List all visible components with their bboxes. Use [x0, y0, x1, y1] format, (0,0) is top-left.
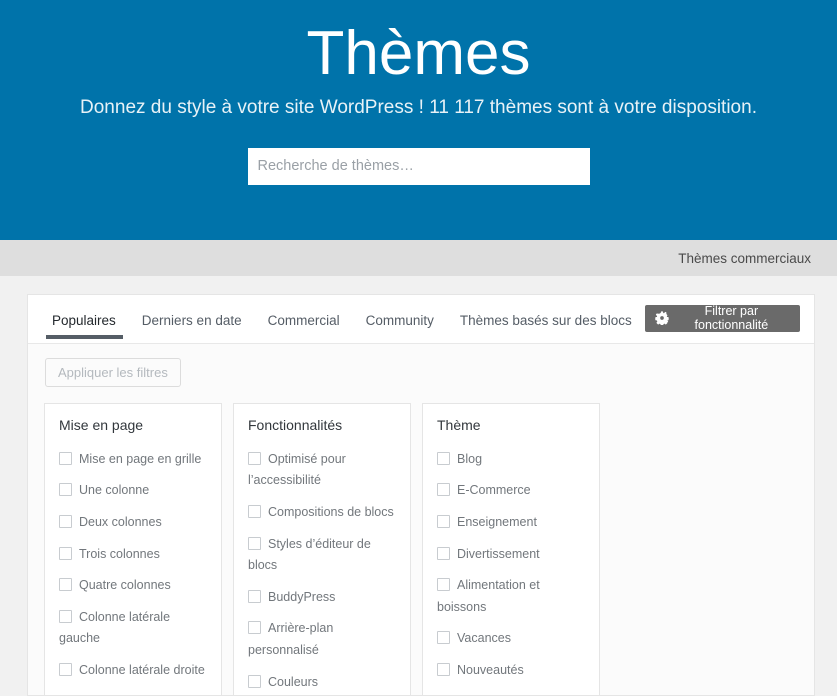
- filter-option-label: Enseignement: [457, 515, 537, 529]
- tab-commercial[interactable]: Commercial: [255, 314, 353, 344]
- filter-option[interactable]: Enseignement: [437, 511, 585, 533]
- filter-checkbox[interactable]: [59, 663, 72, 676]
- filter-option[interactable]: Vacances: [437, 627, 585, 649]
- filter-checkbox[interactable]: [437, 547, 450, 560]
- filter-option[interactable]: Blog: [437, 448, 585, 470]
- theme-search-form: [0, 148, 837, 185]
- filter-option-label: Trois colonnes: [79, 547, 160, 561]
- filter-option[interactable]: Divertissement: [437, 543, 585, 565]
- filter-option-label: Alimentation et boissons: [437, 578, 540, 614]
- commercial-themes-link[interactable]: Thèmes commerciaux: [678, 251, 811, 266]
- page-title: Thèmes: [0, 0, 837, 89]
- filter-checkbox[interactable]: [437, 515, 450, 528]
- filter-card-title: Mise en page: [59, 417, 207, 434]
- secondary-navbar: Thèmes commerciaux: [0, 240, 837, 276]
- filter-option[interactable]: Quatre colonnes: [59, 574, 207, 596]
- filter-checkbox[interactable]: [248, 675, 261, 688]
- search-input[interactable]: [248, 148, 590, 185]
- filter-option-label: Colonne latérale droite: [79, 663, 205, 677]
- filter-option-label: Styles d’éditeur de blocs: [248, 537, 371, 573]
- filter-card: Thème Blog E-Commerce Enseignement Divertiss…: [422, 403, 600, 696]
- filter-checkbox[interactable]: [248, 505, 261, 518]
- filter-option-label: Colonne latérale gauche: [59, 610, 170, 646]
- filter-option-label: Nouveautés: [457, 663, 524, 677]
- filter-option[interactable]: BuddyPress: [248, 586, 396, 608]
- filter-checkbox[interactable]: [248, 590, 261, 603]
- filter-checkbox[interactable]: [59, 483, 72, 496]
- filter-card-title: Thème: [437, 417, 585, 434]
- filter-option[interactable]: Alimentation et boissons: [437, 574, 585, 617]
- filter-checkbox[interactable]: [437, 663, 450, 676]
- hero-masthead: Thèmes Donnez du style à votre site Word…: [0, 0, 837, 240]
- tab-community[interactable]: Community: [353, 314, 447, 344]
- filter-option-label: Deux colonnes: [79, 515, 162, 529]
- filter-checkbox[interactable]: [437, 452, 450, 465]
- filter-option[interactable]: Une colonne: [59, 479, 207, 501]
- filter-option-label: Blog: [457, 452, 482, 466]
- filter-checkbox[interactable]: [59, 452, 72, 465]
- filter-option[interactable]: Compositions de blocs: [248, 501, 396, 523]
- filter-option-label: Compositions de blocs: [268, 505, 394, 519]
- filter-checkbox[interactable]: [437, 631, 450, 644]
- filter-option-label: Optimisé pour l’accessibilité: [248, 452, 346, 488]
- filter-checkbox[interactable]: [59, 610, 72, 623]
- filter-option-label: Quatre colonnes: [79, 578, 171, 592]
- filter-group-columns: Mise en page Mise en page en grille Une co…: [44, 403, 798, 696]
- filter-card: Fonctionnalités Optimisé pour l’accessibi…: [233, 403, 411, 696]
- filter-by-feature-label: Filtrer par fonctionnalité: [676, 304, 787, 332]
- filter-option[interactable]: Blocs larges: [59, 691, 207, 696]
- filter-checkbox[interactable]: [59, 578, 72, 591]
- filter-option-label: E-Commerce: [457, 483, 531, 497]
- filter-option-list: Mise en page en grille Une colonne Deux co…: [59, 448, 207, 696]
- filter-option[interactable]: Trois colonnes: [59, 543, 207, 565]
- filter-option[interactable]: Mise en page en grille: [59, 448, 207, 470]
- filter-option-list: Optimisé pour l’accessibilité Composition…: [248, 448, 396, 696]
- themes-tab-bar: PopulairesDerniers en dateCommercialComm…: [28, 295, 814, 343]
- filter-option-list: Blog E-Commerce Enseignement Divertissement…: [437, 448, 585, 696]
- filter-checkbox[interactable]: [248, 452, 261, 465]
- filter-option[interactable]: Deux colonnes: [59, 511, 207, 533]
- filter-option-label: BuddyPress: [268, 590, 335, 604]
- filter-checkbox[interactable]: [437, 578, 450, 591]
- apply-filters-button[interactable]: Appliquer les filtres: [45, 358, 181, 387]
- tab-list: PopulairesDerniers en dateCommercialComm…: [46, 295, 645, 343]
- filter-option[interactable]: E-Commerce: [437, 479, 585, 501]
- filter-option[interactable]: Colonne latérale droite: [59, 659, 207, 681]
- filter-option[interactable]: Colonne latérale gauche: [59, 606, 207, 649]
- tab-th-mes-bas-s-sur-des-blocs[interactable]: Thèmes basés sur des blocs: [447, 314, 645, 344]
- filter-checkbox[interactable]: [59, 547, 72, 560]
- filter-by-feature-button[interactable]: Filtrer par fonctionnalité: [645, 305, 800, 332]
- tab-populaires[interactable]: Populaires: [46, 314, 129, 344]
- page-body: PopulairesDerniers en dateCommercialComm…: [0, 276, 837, 696]
- feature-filter-drawer: Appliquer les filtres Mise en pageMise e…: [28, 343, 814, 696]
- filter-option-label: Une colonne: [79, 483, 149, 497]
- themes-panel: PopulairesDerniers en dateCommercialComm…: [27, 294, 815, 696]
- filter-card: Mise en page Mise en page en grille Une co…: [44, 403, 222, 696]
- filter-option[interactable]: Couleurs personnalisées: [248, 671, 396, 696]
- filter-option[interactable]: Arrière-plan personnalisé: [248, 617, 396, 660]
- filter-checkbox[interactable]: [59, 515, 72, 528]
- filter-checkbox[interactable]: [437, 483, 450, 496]
- hero-subtitle: Donnez du style à votre site WordPress !…: [0, 95, 837, 122]
- filter-option[interactable]: Styles d’éditeur de blocs: [248, 533, 396, 576]
- tab-derniers-en-date[interactable]: Derniers en date: [129, 314, 255, 344]
- filter-checkbox[interactable]: [248, 537, 261, 550]
- filter-option[interactable]: Nouveautés: [437, 659, 585, 681]
- filter-option-label: Divertissement: [457, 547, 540, 561]
- filter-card-title: Fonctionnalités: [248, 417, 396, 434]
- filter-option[interactable]: Photographie: [437, 691, 585, 696]
- filter-option-label: Mise en page en grille: [79, 452, 201, 466]
- filter-checkbox[interactable]: [248, 621, 261, 634]
- filter-option-label: Vacances: [457, 631, 511, 645]
- filter-option[interactable]: Optimisé pour l’accessibilité: [248, 448, 396, 491]
- gear-icon: [655, 311, 669, 325]
